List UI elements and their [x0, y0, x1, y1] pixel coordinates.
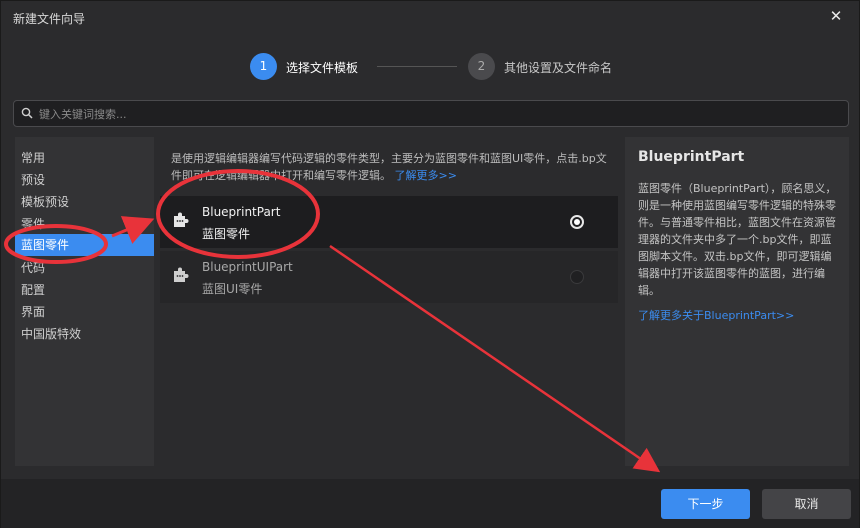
step-connector	[377, 66, 457, 67]
puzzle-piece-icon	[174, 212, 189, 227]
title-bar: 新建文件向导 ✕	[1, 1, 859, 33]
template-name: BlueprintUIPart	[202, 260, 293, 274]
step-1-label: 选择文件模板	[286, 61, 359, 75]
category-description-text: 是使用逻辑编辑器编写代码逻辑的零件类型，主要分为蓝图零件和蓝图UI零件，点击.b…	[171, 152, 607, 182]
detail-description: 蓝图零件（BlueprintPart），顾名思义，则是一种使用蓝图编写零件逻辑的…	[638, 182, 837, 297]
close-icon[interactable]: ✕	[827, 7, 845, 25]
sidebar-item-ui[interactable]: 界面	[15, 301, 154, 323]
search-icon	[21, 107, 33, 119]
search-input[interactable]	[39, 105, 819, 123]
dialog-footer: 下一步 取消	[1, 479, 859, 528]
learn-more-link[interactable]: 了解更多>>	[395, 169, 457, 182]
new-file-wizard-dialog: 新建文件向导 ✕ 1 选择文件模板 2 其他设置及文件命名 常用 预设 模板预设…	[0, 0, 860, 528]
template-radio-unselected[interactable]	[570, 270, 584, 284]
category-sidebar: 常用 预设 模板预设 零件 蓝图零件 代码 配置 界面 中国版特效	[15, 137, 154, 466]
sidebar-item-china-effects[interactable]: 中国版特效	[15, 323, 154, 345]
wizard-steps: 1 选择文件模板 2 其他设置及文件命名	[1, 53, 859, 81]
search-box[interactable]	[13, 100, 849, 127]
template-detail-panel: BlueprintPart 蓝图零件（BlueprintPart），顾名思义，则…	[625, 137, 849, 466]
dialog-title: 新建文件向导	[13, 12, 86, 26]
step-1-indicator: 1	[250, 53, 277, 80]
template-subtitle: 蓝图零件	[202, 227, 251, 241]
sidebar-item-template-presets[interactable]: 模板预设	[15, 191, 154, 213]
sidebar-item-blueprint-parts[interactable]: 蓝图零件	[15, 234, 154, 256]
detail-title: BlueprintPart	[638, 149, 745, 165]
sidebar-item-code[interactable]: 代码	[15, 257, 154, 279]
template-subtitle: 蓝图UI零件	[202, 282, 263, 296]
template-radio-selected[interactable]	[570, 215, 584, 229]
step-2-indicator: 2	[468, 53, 495, 80]
cancel-button[interactable]: 取消	[762, 489, 851, 519]
sidebar-item-parts[interactable]: 零件	[15, 213, 154, 235]
template-list-panel: 是使用逻辑编辑器编写代码逻辑的零件类型，主要分为蓝图零件和蓝图UI零件，点击.b…	[156, 137, 622, 466]
category-description: 是使用逻辑编辑器编写代码逻辑的零件类型，主要分为蓝图零件和蓝图UI零件，点击.b…	[171, 150, 611, 184]
sidebar-item-config[interactable]: 配置	[15, 279, 154, 301]
sidebar-item-common[interactable]: 常用	[15, 147, 154, 169]
template-name: BlueprintPart	[202, 205, 281, 219]
puzzle-piece-icon	[174, 267, 189, 282]
step-2-label: 其他设置及文件命名	[504, 61, 613, 75]
next-button[interactable]: 下一步	[661, 489, 750, 519]
template-item-blueprintpart[interactable]: BlueprintPart 蓝图零件	[160, 196, 618, 248]
sidebar-item-presets[interactable]: 预设	[15, 169, 154, 191]
detail-learn-more-link[interactable]: 了解更多关于BlueprintPart>>	[638, 307, 794, 323]
template-item-blueprintuipart[interactable]: BlueprintUIPart 蓝图UI零件	[160, 251, 618, 303]
